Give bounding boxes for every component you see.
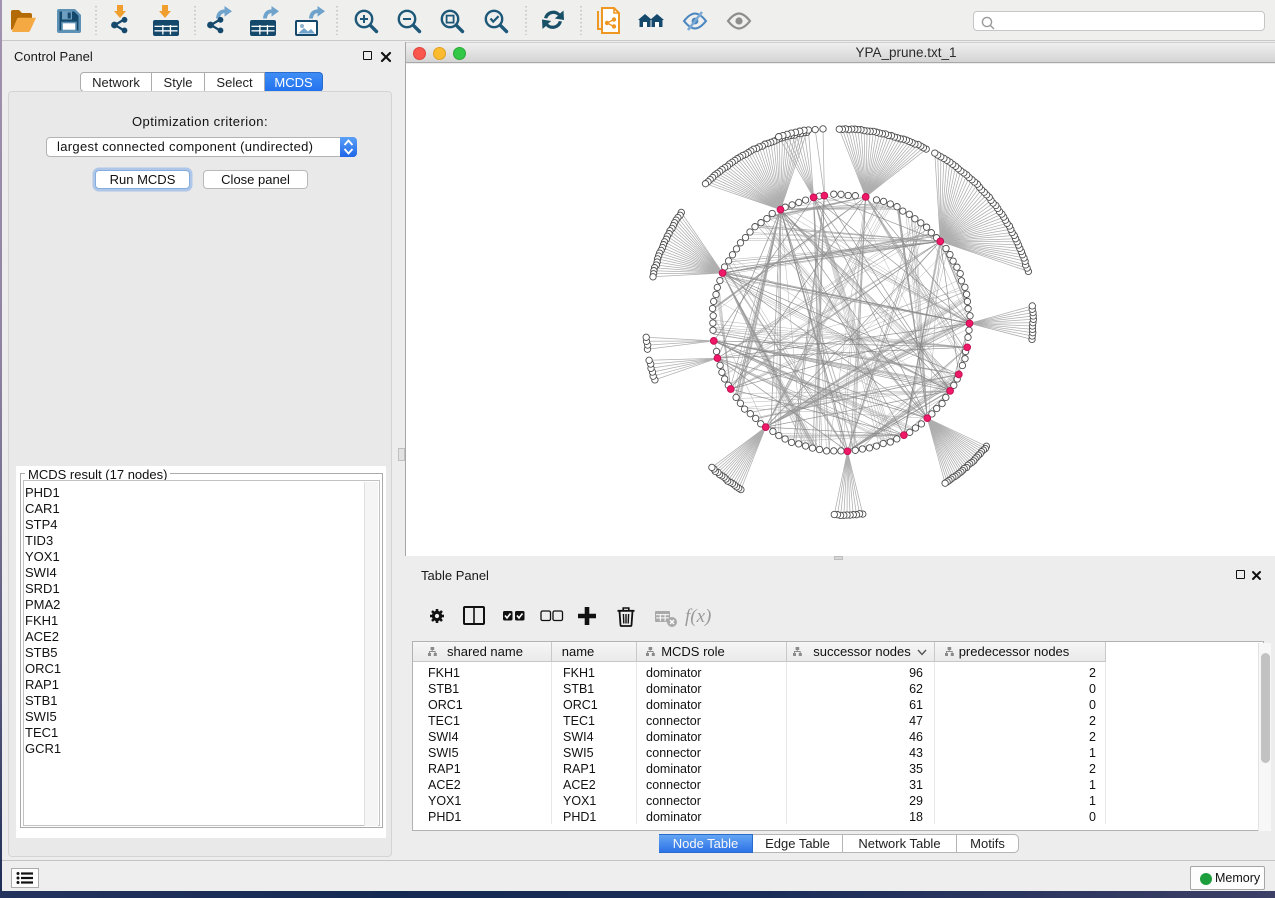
svg-text:f(x): f(x): [685, 606, 711, 627]
